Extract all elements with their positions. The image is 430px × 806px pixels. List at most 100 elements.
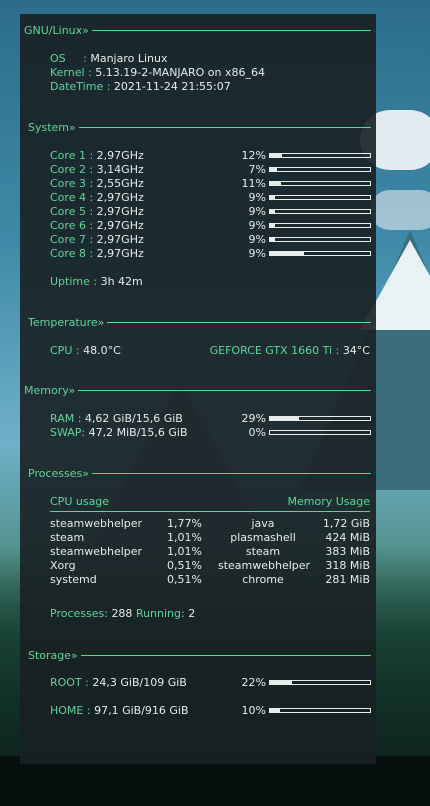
ram-bar [269, 416, 371, 421]
mem-process-value: 281 MiB [325, 573, 370, 586]
mem-process-value: 383 MiB [325, 545, 370, 558]
section-system: System» [28, 121, 371, 134]
cpu-process-name: Xorg [50, 559, 76, 572]
core-bar [269, 209, 371, 214]
core-label: Core 8 : [50, 247, 94, 260]
core-percent: 9% [248, 233, 266, 246]
root-bar [269, 680, 371, 685]
cpu-process-value: 0,51% [167, 559, 202, 572]
core-frequency: 2,97GHz [96, 205, 144, 218]
section-title: GNU/Linux» [24, 24, 89, 37]
gpu-temp-label: GEFORCE GTX 1660 Ti : [209, 344, 340, 357]
core-frequency: 2,97GHz [96, 191, 144, 204]
core-frequency: 2,97GHz [96, 219, 144, 232]
core-row: Core 4 : 2,97GHz [50, 191, 144, 205]
section-storage: Storage» [28, 649, 371, 662]
datetime-value: 2021-11-24 21:55:07 [113, 80, 231, 93]
core-label: Core 6 : [50, 219, 94, 232]
running-label: Running: [135, 607, 185, 620]
core-row: Core 3 : 2,55GHz [50, 177, 144, 191]
core-bar [269, 153, 371, 158]
section-temperature: Temperature» [28, 316, 371, 329]
core-bar [269, 251, 371, 256]
cpu-process-value: 0,51% [167, 573, 202, 586]
cpu-temp-value: 48.0°C [83, 344, 121, 357]
core-percent: 9% [248, 205, 266, 218]
section-memory: Memory» [24, 384, 371, 397]
home-label: HOME : [50, 704, 91, 717]
core-label: Core 2 : [50, 163, 94, 176]
gpu-temp-value: 34°C [342, 344, 370, 357]
mem-process-name: plasmashell [230, 531, 296, 544]
home-value: 97,1 GiB/916 GiB [94, 704, 189, 717]
core-frequency: 3,14GHz [96, 163, 144, 176]
cpu-process-name: steamwebhelper [50, 545, 143, 558]
core-row: Core 8 : 2,97GHz [50, 247, 144, 261]
section-title: System» [28, 121, 76, 134]
home-bar [269, 708, 371, 713]
kernel-value: 5.13.19-2-MANJARO on x86_64 [95, 66, 266, 79]
ram-percent: 29% [241, 412, 266, 425]
datetime-label: DateTime : [50, 80, 111, 93]
core-label: Core 1 : [50, 149, 94, 162]
core-frequency: 2,97GHz [96, 247, 144, 260]
root-value: 24,3 GiB/109 GiB [92, 676, 187, 689]
core-bar [269, 237, 371, 242]
os-value: Manjaro Linux [90, 52, 168, 65]
mem-process-name: chrome [242, 573, 284, 586]
conky-panel: GNU/Linux» OS : Manjaro Linux Kernel : 5… [20, 14, 376, 764]
section-title: Processes» [28, 467, 89, 480]
mem-process-value: 318 MiB [325, 559, 370, 572]
cpu-process-name: steam [50, 531, 85, 544]
cpu-process-value: 1,01% [167, 531, 202, 544]
core-frequency: 2,55GHz [96, 177, 144, 190]
mem-process-value: 424 MiB [325, 531, 370, 544]
core-frequency: 2,97GHz [96, 233, 144, 246]
uptime-label: Uptime : [50, 275, 98, 288]
running-value: 2 [188, 607, 196, 620]
swap-bar [269, 430, 371, 435]
uptime-value: 3h 42m [100, 275, 143, 288]
core-percent: 9% [248, 219, 266, 232]
cpu-process-name: systemd [50, 573, 97, 586]
core-percent: 12% [241, 149, 266, 162]
section-title: Memory» [24, 384, 76, 397]
processes-value: 288 [111, 607, 133, 620]
cpu-process-value: 1,01% [167, 545, 202, 558]
core-label: Core 3 : [50, 177, 94, 190]
section-gnu-linux: GNU/Linux» [24, 24, 371, 37]
mem-process-name: steam [245, 545, 281, 558]
cpu-process-name: steamwebhelper [50, 517, 143, 530]
ram-label: RAM : [50, 412, 82, 425]
home-percent: 10% [241, 704, 266, 717]
os-label: OS : [50, 52, 87, 65]
core-label: Core 7 : [50, 233, 94, 246]
section-title: Storage» [28, 649, 78, 662]
swap-value: 47,2 MiB/15,6 GiB [88, 426, 188, 439]
core-percent: 9% [248, 247, 266, 260]
cpu-usage-header: CPU usage [50, 495, 110, 508]
memory-usage-header: Memory Usage [287, 495, 370, 508]
cpu-temp-label: CPU : [50, 344, 80, 357]
ram-value: 4,62 GiB/15,6 GiB [84, 412, 183, 425]
core-row: Core 2 : 3,14GHz [50, 163, 144, 177]
mem-process-name: java [251, 517, 275, 530]
mem-process-value: 1,72 GiB [322, 517, 370, 530]
core-bar [269, 223, 371, 228]
swap-label: SWAP: [50, 426, 86, 439]
core-frequency: 2,97GHz [96, 149, 144, 162]
root-percent: 22% [241, 676, 266, 689]
core-percent: 11% [241, 177, 266, 190]
kernel-label: Kernel : [50, 66, 92, 79]
core-row: Core 6 : 2,97GHz [50, 219, 144, 233]
cpu-process-value: 1,77% [167, 517, 202, 530]
mem-process-name: steamwebhelper [218, 559, 311, 572]
section-title: Temperature» [28, 316, 105, 329]
core-bar [269, 167, 371, 172]
core-row: Core 1 : 2,97GHz [50, 149, 144, 163]
core-row: Core 7 : 2,97GHz [50, 233, 144, 247]
processes-label: Processes: [50, 607, 108, 620]
swap-percent: 0% [248, 426, 266, 439]
core-label: Core 4 : [50, 191, 94, 204]
core-bar [269, 181, 371, 186]
